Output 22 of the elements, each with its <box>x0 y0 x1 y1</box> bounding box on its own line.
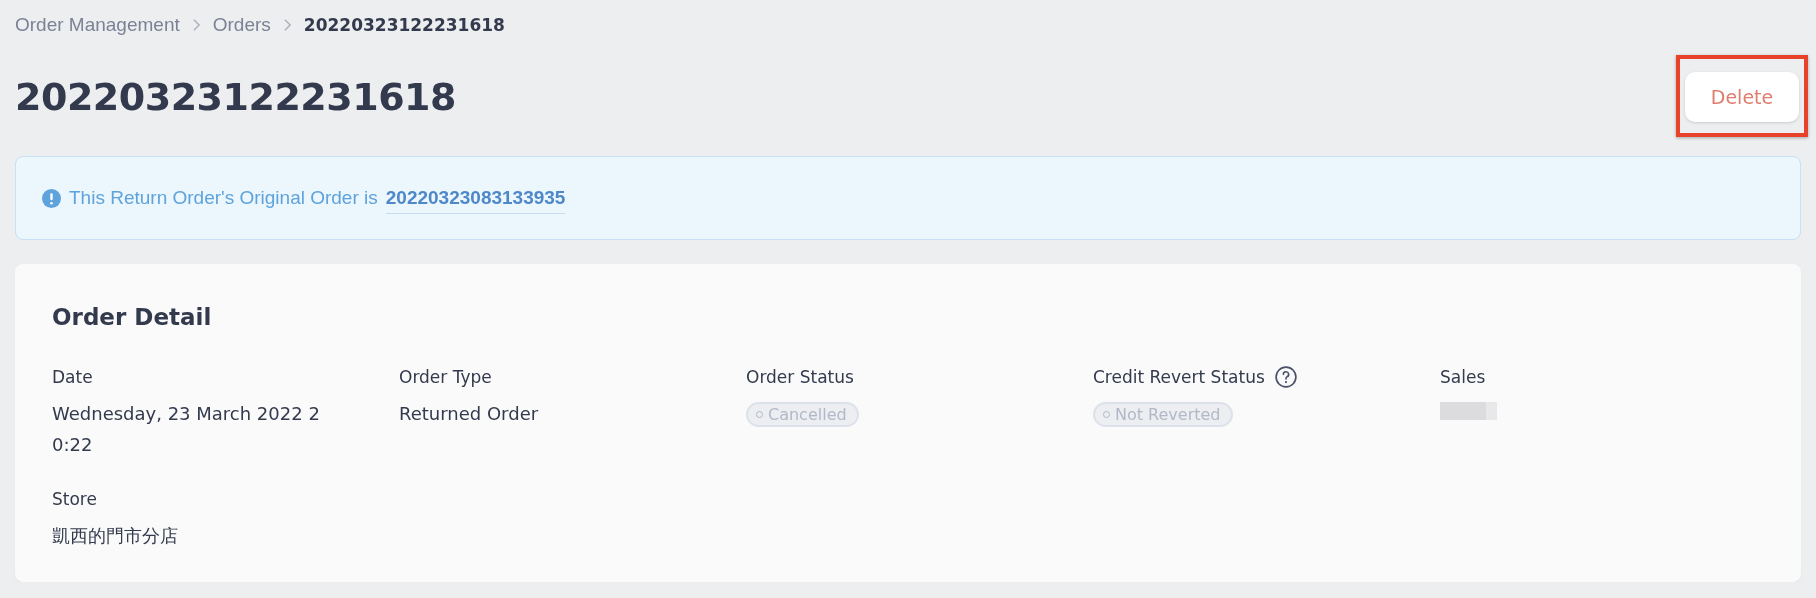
redaction-block <box>1440 402 1497 420</box>
field-label: Order Type <box>399 367 492 387</box>
chevron-icon <box>191 18 201 32</box>
delete-button[interactable]: Delete <box>1685 72 1799 122</box>
breadcrumb-link[interactable]: Orders <box>212 14 271 36</box>
notice-text: This Return Order's Original Order is <box>69 187 378 209</box>
chevron-icon <box>282 18 292 32</box>
field-value: Wednesday, 23 March 2022 20:22 <box>52 402 321 457</box>
field-label: Sales <box>1440 367 1486 387</box>
field-label: Store <box>52 489 97 509</box>
order-link[interactable]: 20220323083133935 <box>385 186 566 214</box>
status-badge: Cancelled <box>746 402 859 427</box>
alert-icon <box>42 188 61 208</box>
breadcrumb-link[interactable]: Order Management <box>15 14 180 36</box>
field-label: Order Status <box>746 367 854 387</box>
field-label: Credit Revert Status <box>1093 367 1265 387</box>
field-value: 凱西的門市分店 <box>52 524 179 548</box>
section-title: Order Detail <box>52 304 213 330</box>
page-title: 20220323122231618 <box>15 75 456 119</box>
status-badge: Not Reverted <box>1093 402 1233 427</box>
field-value: Returned Order <box>399 402 540 426</box>
field-label: Date <box>52 367 93 387</box>
